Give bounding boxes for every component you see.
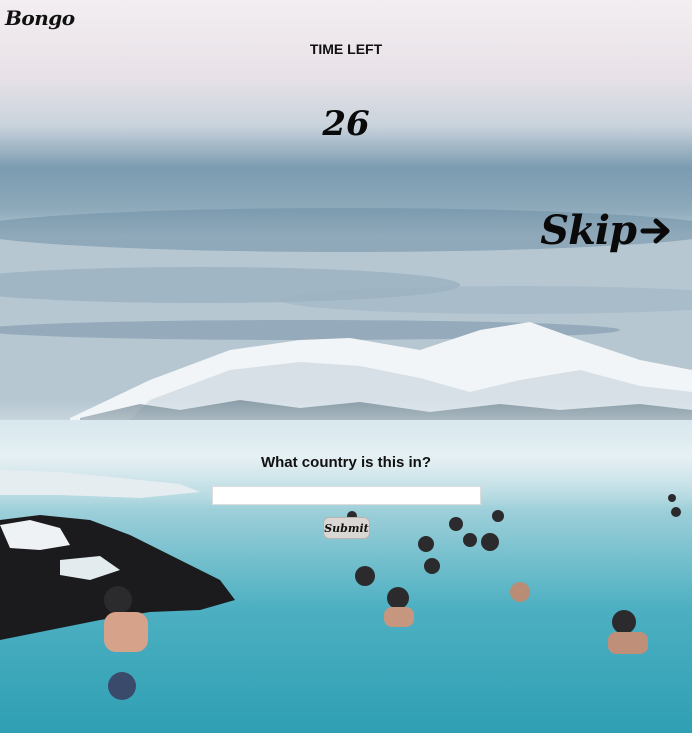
skip-label: Skip bbox=[540, 207, 637, 254]
submit-button[interactable]: Submit bbox=[323, 517, 370, 539]
quiz-question: What country is this in? bbox=[260, 454, 431, 471]
answer-input[interactable] bbox=[212, 486, 481, 505]
skip-button[interactable]: Skip bbox=[540, 207, 672, 254]
arrow-right-icon bbox=[640, 215, 672, 247]
timer-label: TIME LEFT bbox=[309, 41, 383, 57]
timer-value: 26 bbox=[322, 104, 370, 144]
app-logo[interactable]: Bongo bbox=[5, 6, 75, 30]
